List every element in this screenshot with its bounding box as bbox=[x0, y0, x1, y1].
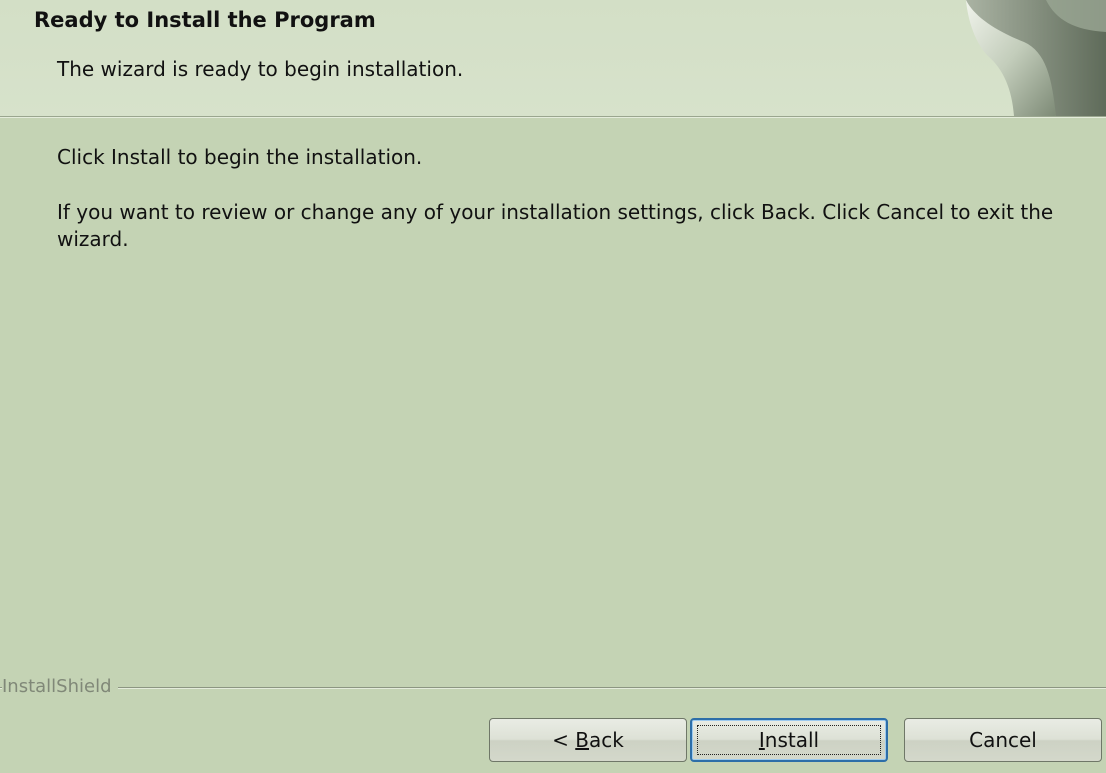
page-title: Ready to Install the Program bbox=[34, 8, 376, 32]
footer-divider bbox=[0, 687, 1106, 689]
instruction-text: Click Install to begin the installation. bbox=[57, 145, 423, 169]
cancel-button[interactable]: Cancel bbox=[904, 718, 1102, 762]
back-button-label: ack bbox=[589, 728, 624, 752]
review-settings-text: If you want to review or change any of y… bbox=[57, 200, 1054, 251]
header-banner: Ready to Install the Program The wizard … bbox=[0, 0, 1106, 116]
brand-row: InstallShield bbox=[0, 676, 1106, 700]
install-button-label: nstall bbox=[764, 728, 820, 752]
installshield-label: InstallShield bbox=[2, 676, 118, 697]
cancel-button-label: Cancel bbox=[969, 728, 1037, 752]
back-button[interactable]: < Back bbox=[489, 718, 687, 762]
installer-dialog: Ready to Install the Program The wizard … bbox=[0, 0, 1106, 773]
page-subtitle: The wizard is ready to begin installatio… bbox=[57, 57, 464, 81]
page-curl-graphic-icon bbox=[966, 0, 1106, 116]
back-button-mnemonic: B bbox=[575, 728, 589, 752]
back-button-prefix: < bbox=[552, 728, 576, 752]
content-area: Click Install to begin the installation.… bbox=[0, 118, 1106, 663]
install-button[interactable]: Install bbox=[690, 718, 888, 762]
